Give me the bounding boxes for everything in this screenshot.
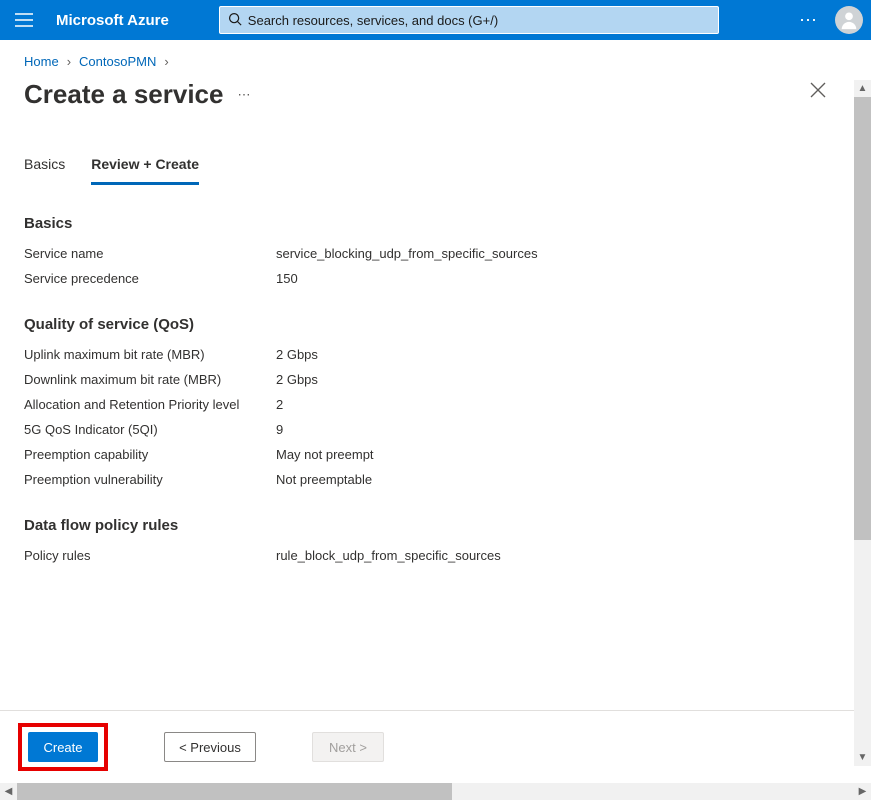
value-uplink-mbr: 2 Gbps <box>276 347 830 362</box>
label-service-name: Service name <box>24 246 276 261</box>
horizontal-scrollbar[interactable]: ◀ ▶ <box>0 783 871 800</box>
breadcrumb-home[interactable]: Home <box>24 54 59 69</box>
scroll-right-arrow-icon[interactable]: ▶ <box>854 783 871 800</box>
section-qos: Quality of service (QoS) Uplink maximum … <box>24 316 830 487</box>
close-button[interactable] <box>810 82 826 101</box>
hamburger-menu-button[interactable] <box>8 0 40 40</box>
value-downlink-mbr: 2 Gbps <box>276 372 830 387</box>
label-preempt-capability: Preemption capability <box>24 447 276 462</box>
chevron-right-icon: › <box>164 54 168 69</box>
scroll-down-arrow-icon[interactable]: ▼ <box>854 749 871 766</box>
topbar-overflow-button[interactable]: ⋯ <box>795 10 823 31</box>
create-button-highlight: Create <box>18 723 108 771</box>
footer-actions: Create < Previous Next > <box>0 711 854 783</box>
label-uplink-mbr: Uplink maximum bit rate (MBR) <box>24 347 276 362</box>
search-input[interactable] <box>248 13 710 28</box>
value-policy-rules: rule_block_udp_from_specific_sources <box>276 548 830 563</box>
scroll-v-thumb[interactable] <box>854 97 871 540</box>
scroll-up-arrow-icon[interactable]: ▲ <box>854 80 871 97</box>
section-data-flow-policy-rules: Data flow policy rules Policy rules rule… <box>24 517 830 563</box>
value-5qi: 9 <box>276 422 830 437</box>
breadcrumb-contosopmn[interactable]: ContosoPMN <box>79 54 156 69</box>
scroll-v-track[interactable] <box>854 97 871 749</box>
page-title: Create a service <box>24 79 223 110</box>
brand-label[interactable]: Microsoft Azure <box>56 12 169 29</box>
section-basics: Basics Service name service_blocking_udp… <box>24 215 830 286</box>
value-preempt-capability: May not preempt <box>276 447 830 462</box>
section-basics-heading: Basics <box>24 215 830 232</box>
previous-button[interactable]: < Previous <box>164 732 256 762</box>
label-service-precedence: Service precedence <box>24 271 276 286</box>
tab-basics[interactable]: Basics <box>24 156 65 185</box>
value-service-precedence: 150 <box>276 271 830 286</box>
breadcrumb: Home › ContosoPMN › <box>24 54 830 69</box>
title-overflow-button[interactable]: ⋯ <box>237 87 252 103</box>
section-dfpr-heading: Data flow policy rules <box>24 517 830 534</box>
scroll-h-thumb[interactable] <box>17 783 452 800</box>
value-service-name: service_blocking_udp_from_specific_sourc… <box>276 246 830 261</box>
label-preempt-vulnerability: Preemption vulnerability <box>24 472 276 487</box>
label-downlink-mbr: Downlink maximum bit rate (MBR) <box>24 372 276 387</box>
tab-review-create[interactable]: Review + Create <box>91 156 199 185</box>
next-button: Next > <box>312 732 384 762</box>
vertical-scrollbar[interactable]: ▲ ▼ <box>854 80 871 766</box>
value-arp: 2 <box>276 397 830 412</box>
scroll-h-track[interactable] <box>17 783 854 800</box>
section-qos-heading: Quality of service (QoS) <box>24 316 830 333</box>
top-bar: Microsoft Azure ⋯ <box>0 0 871 40</box>
value-preempt-vulnerability: Not preemptable <box>276 472 830 487</box>
label-policy-rules: Policy rules <box>24 548 276 563</box>
chevron-right-icon: › <box>67 54 71 69</box>
content-area: Home › ContosoPMN › Create a service ⋯ B… <box>0 40 854 710</box>
avatar[interactable] <box>835 6 863 34</box>
label-arp: Allocation and Retention Priority level <box>24 397 276 412</box>
label-5qi: 5G QoS Indicator (5QI) <box>24 422 276 437</box>
tabs: Basics Review + Create <box>24 156 830 185</box>
create-button[interactable]: Create <box>28 732 98 762</box>
scroll-left-arrow-icon[interactable]: ◀ <box>0 783 17 800</box>
global-search[interactable] <box>219 6 719 34</box>
search-icon <box>228 12 242 29</box>
